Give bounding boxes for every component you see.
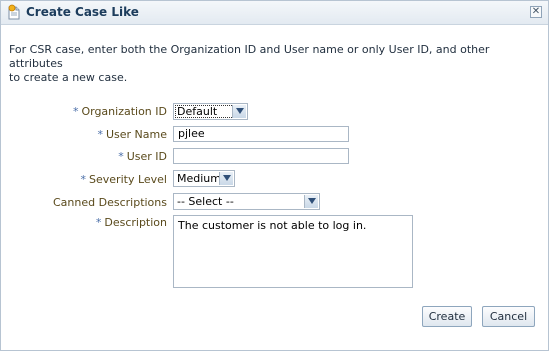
severity-level-label: * Severity Level (80, 173, 167, 186)
instructions-line-2: to create a new case. (9, 71, 128, 84)
instructions-text: For CSR case, enter both the Organizatio… (9, 43, 509, 85)
canned-descriptions-label: Canned Descriptions (53, 196, 167, 209)
document-sparkle-icon (7, 4, 21, 20)
required-marker: * (80, 173, 87, 186)
required-marker: * (72, 105, 79, 118)
description-textarea[interactable]: The customer is not able to log in. (173, 215, 413, 288)
organization-id-label: * Organization ID (72, 105, 167, 118)
create-button[interactable]: Create (422, 306, 472, 327)
user-id-input[interactable] (173, 148, 349, 164)
user-name-label: * User Name (97, 128, 167, 141)
chevron-down-icon[interactable] (304, 195, 318, 208)
chevron-down-icon[interactable] (232, 105, 246, 118)
description-label: * Description (95, 216, 167, 229)
create-case-dialog: Create Case Like ✕ For CSR case, enter b… (0, 0, 549, 351)
severity-level-select[interactable]: Medium (173, 170, 235, 187)
chevron-down-icon[interactable] (219, 172, 233, 185)
organization-id-select[interactable]: Default (173, 103, 248, 120)
user-id-label: * User ID (118, 150, 167, 163)
close-button[interactable]: ✕ (530, 6, 542, 18)
required-marker: * (97, 128, 103, 141)
close-icon: ✕ (531, 6, 541, 17)
dialog-titlebar: Create Case Like ✕ (1, 1, 548, 25)
dialog-title: Create Case Like (26, 5, 139, 19)
user-name-input[interactable]: pjlee (173, 126, 349, 142)
required-marker: * (118, 150, 124, 163)
cancel-button[interactable]: Cancel (482, 306, 535, 327)
instructions-line-1: For CSR case, enter both the Organizatio… (9, 43, 490, 70)
required-marker: * (95, 216, 102, 229)
canned-descriptions-select[interactable]: -- Select -- (173, 193, 320, 210)
